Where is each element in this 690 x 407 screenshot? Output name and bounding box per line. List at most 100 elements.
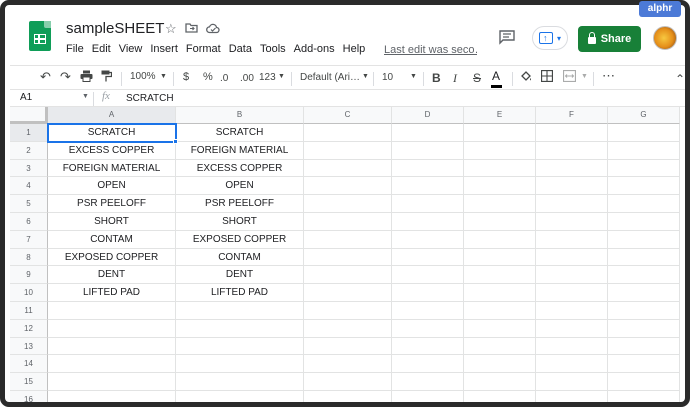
cell-f2[interactable] bbox=[536, 141, 608, 160]
cell-e15[interactable] bbox=[464, 373, 536, 391]
menu-help[interactable]: Help bbox=[343, 43, 366, 55]
decrease-decimals-button[interactable]: .0 bbox=[220, 73, 228, 84]
cell-f4[interactable] bbox=[536, 177, 608, 196]
cell-g9[interactable] bbox=[608, 266, 680, 285]
formula-input[interactable]: SCRATCH bbox=[126, 93, 174, 104]
cell-g3[interactable] bbox=[608, 159, 680, 178]
cell-b13[interactable] bbox=[176, 337, 304, 356]
menu-edit[interactable]: Edit bbox=[92, 43, 111, 55]
cell-c14[interactable] bbox=[304, 355, 392, 374]
document-title[interactable]: sampleSHEET bbox=[66, 20, 164, 37]
menu-format[interactable]: Format bbox=[186, 43, 221, 55]
column-header-b[interactable]: B bbox=[176, 107, 304, 124]
cell-a7[interactable]: CONTAM bbox=[48, 230, 176, 249]
menu-insert[interactable]: Insert bbox=[150, 43, 178, 55]
cell-c9[interactable] bbox=[304, 266, 392, 285]
avatar[interactable] bbox=[653, 26, 677, 50]
cell-e16[interactable] bbox=[464, 391, 536, 402]
move-to-folder-icon[interactable] bbox=[185, 22, 198, 36]
redo-icon[interactable]: ↷ bbox=[60, 69, 71, 85]
row-header-10[interactable]: 10 bbox=[10, 284, 48, 302]
cell-a8[interactable]: EXPOSED COPPER bbox=[48, 248, 176, 267]
cell-d9[interactable] bbox=[392, 266, 464, 285]
cell-g15[interactable] bbox=[608, 373, 680, 391]
cell-a6[interactable]: SHORT bbox=[48, 213, 176, 231]
cell-a5[interactable]: PSR PEELOFF bbox=[48, 195, 176, 213]
font-select[interactable]: Default (Ari… bbox=[300, 72, 360, 83]
column-header-c[interactable]: C bbox=[304, 107, 392, 124]
cell-d15[interactable] bbox=[392, 373, 464, 391]
row-header-6[interactable]: 6 bbox=[10, 213, 48, 231]
cell-c6[interactable] bbox=[304, 213, 392, 231]
row-header-1[interactable]: 1 bbox=[10, 124, 48, 142]
name-box[interactable]: A1 bbox=[20, 92, 32, 103]
cell-c1[interactable] bbox=[304, 124, 392, 142]
sheet-grid[interactable]: A B C D E F G 1 SCRATCH SCRATCH 2 EXCESS COPPER FORE… bbox=[10, 107, 685, 402]
percent-format-button[interactable]: % bbox=[203, 71, 213, 83]
cell-g10[interactable] bbox=[608, 284, 680, 302]
cell-b7[interactable]: EXPOSED COPPER bbox=[176, 230, 304, 249]
cell-f10[interactable] bbox=[536, 284, 608, 302]
cell-d4[interactable] bbox=[392, 177, 464, 196]
cell-d6[interactable] bbox=[392, 213, 464, 231]
cell-a14[interactable] bbox=[48, 355, 176, 374]
cell-a11[interactable] bbox=[48, 302, 176, 320]
cell-g2[interactable] bbox=[608, 141, 680, 160]
cell-e10[interactable] bbox=[464, 284, 536, 302]
cell-e3[interactable] bbox=[464, 159, 536, 178]
text-color-button[interactable]: A bbox=[490, 69, 503, 88]
column-header-e[interactable]: E bbox=[464, 107, 536, 124]
cell-e1[interactable] bbox=[464, 124, 536, 142]
cell-d14[interactable] bbox=[392, 355, 464, 374]
cell-d11[interactable] bbox=[392, 302, 464, 320]
cell-c7[interactable] bbox=[304, 230, 392, 249]
strikethrough-button[interactable]: S bbox=[473, 71, 481, 85]
cell-f8[interactable] bbox=[536, 248, 608, 267]
paint-format-icon[interactable] bbox=[101, 70, 113, 85]
cell-g14[interactable] bbox=[608, 355, 680, 374]
menu-addons[interactable]: Add-ons bbox=[294, 43, 335, 55]
cell-g8[interactable] bbox=[608, 248, 680, 267]
cell-c5[interactable] bbox=[304, 195, 392, 213]
cell-f7[interactable] bbox=[536, 230, 608, 249]
column-header-d[interactable]: D bbox=[392, 107, 464, 124]
cell-f15[interactable] bbox=[536, 373, 608, 391]
cell-c11[interactable] bbox=[304, 302, 392, 320]
more-formats-button[interactable]: 123 bbox=[259, 72, 276, 83]
fill-handle[interactable] bbox=[173, 138, 178, 144]
italic-button[interactable]: I bbox=[453, 71, 457, 86]
cell-a9[interactable]: DENT bbox=[48, 266, 176, 285]
cell-c12[interactable] bbox=[304, 319, 392, 338]
cell-b3[interactable]: EXCESS COPPER bbox=[176, 159, 304, 178]
cell-f11[interactable] bbox=[536, 302, 608, 320]
cell-d16[interactable] bbox=[392, 391, 464, 402]
comment-icon[interactable] bbox=[498, 29, 516, 45]
row-header-13[interactable]: 13 bbox=[10, 337, 48, 356]
cell-a1[interactable]: SCRATCH bbox=[48, 124, 176, 142]
menu-view[interactable]: View bbox=[119, 43, 143, 55]
cell-c2[interactable] bbox=[304, 141, 392, 160]
cell-g12[interactable] bbox=[608, 319, 680, 338]
cell-e7[interactable] bbox=[464, 230, 536, 249]
cell-e8[interactable] bbox=[464, 248, 536, 267]
column-header-f[interactable]: F bbox=[536, 107, 608, 124]
column-header-a[interactable]: A bbox=[48, 107, 176, 124]
cell-d10[interactable] bbox=[392, 284, 464, 302]
cell-b10[interactable]: LIFTED PAD bbox=[176, 284, 304, 302]
menu-data[interactable]: Data bbox=[229, 43, 252, 55]
cell-a3[interactable]: FOREIGN MATERIAL bbox=[48, 159, 176, 178]
cell-d7[interactable] bbox=[392, 230, 464, 249]
cell-b14[interactable] bbox=[176, 355, 304, 374]
row-header-2[interactable]: 2 bbox=[10, 141, 48, 160]
cell-g5[interactable] bbox=[608, 195, 680, 213]
cell-d12[interactable] bbox=[392, 319, 464, 338]
row-header-15[interactable]: 15 bbox=[10, 373, 48, 391]
cell-a15[interactable] bbox=[48, 373, 176, 391]
cell-f12[interactable] bbox=[536, 319, 608, 338]
more-options-icon[interactable]: ⋯ bbox=[602, 68, 615, 84]
cell-f9[interactable] bbox=[536, 266, 608, 285]
cell-e2[interactable] bbox=[464, 141, 536, 160]
cell-g13[interactable] bbox=[608, 337, 680, 356]
cell-e5[interactable] bbox=[464, 195, 536, 213]
undo-icon[interactable]: ↶ bbox=[40, 69, 51, 85]
